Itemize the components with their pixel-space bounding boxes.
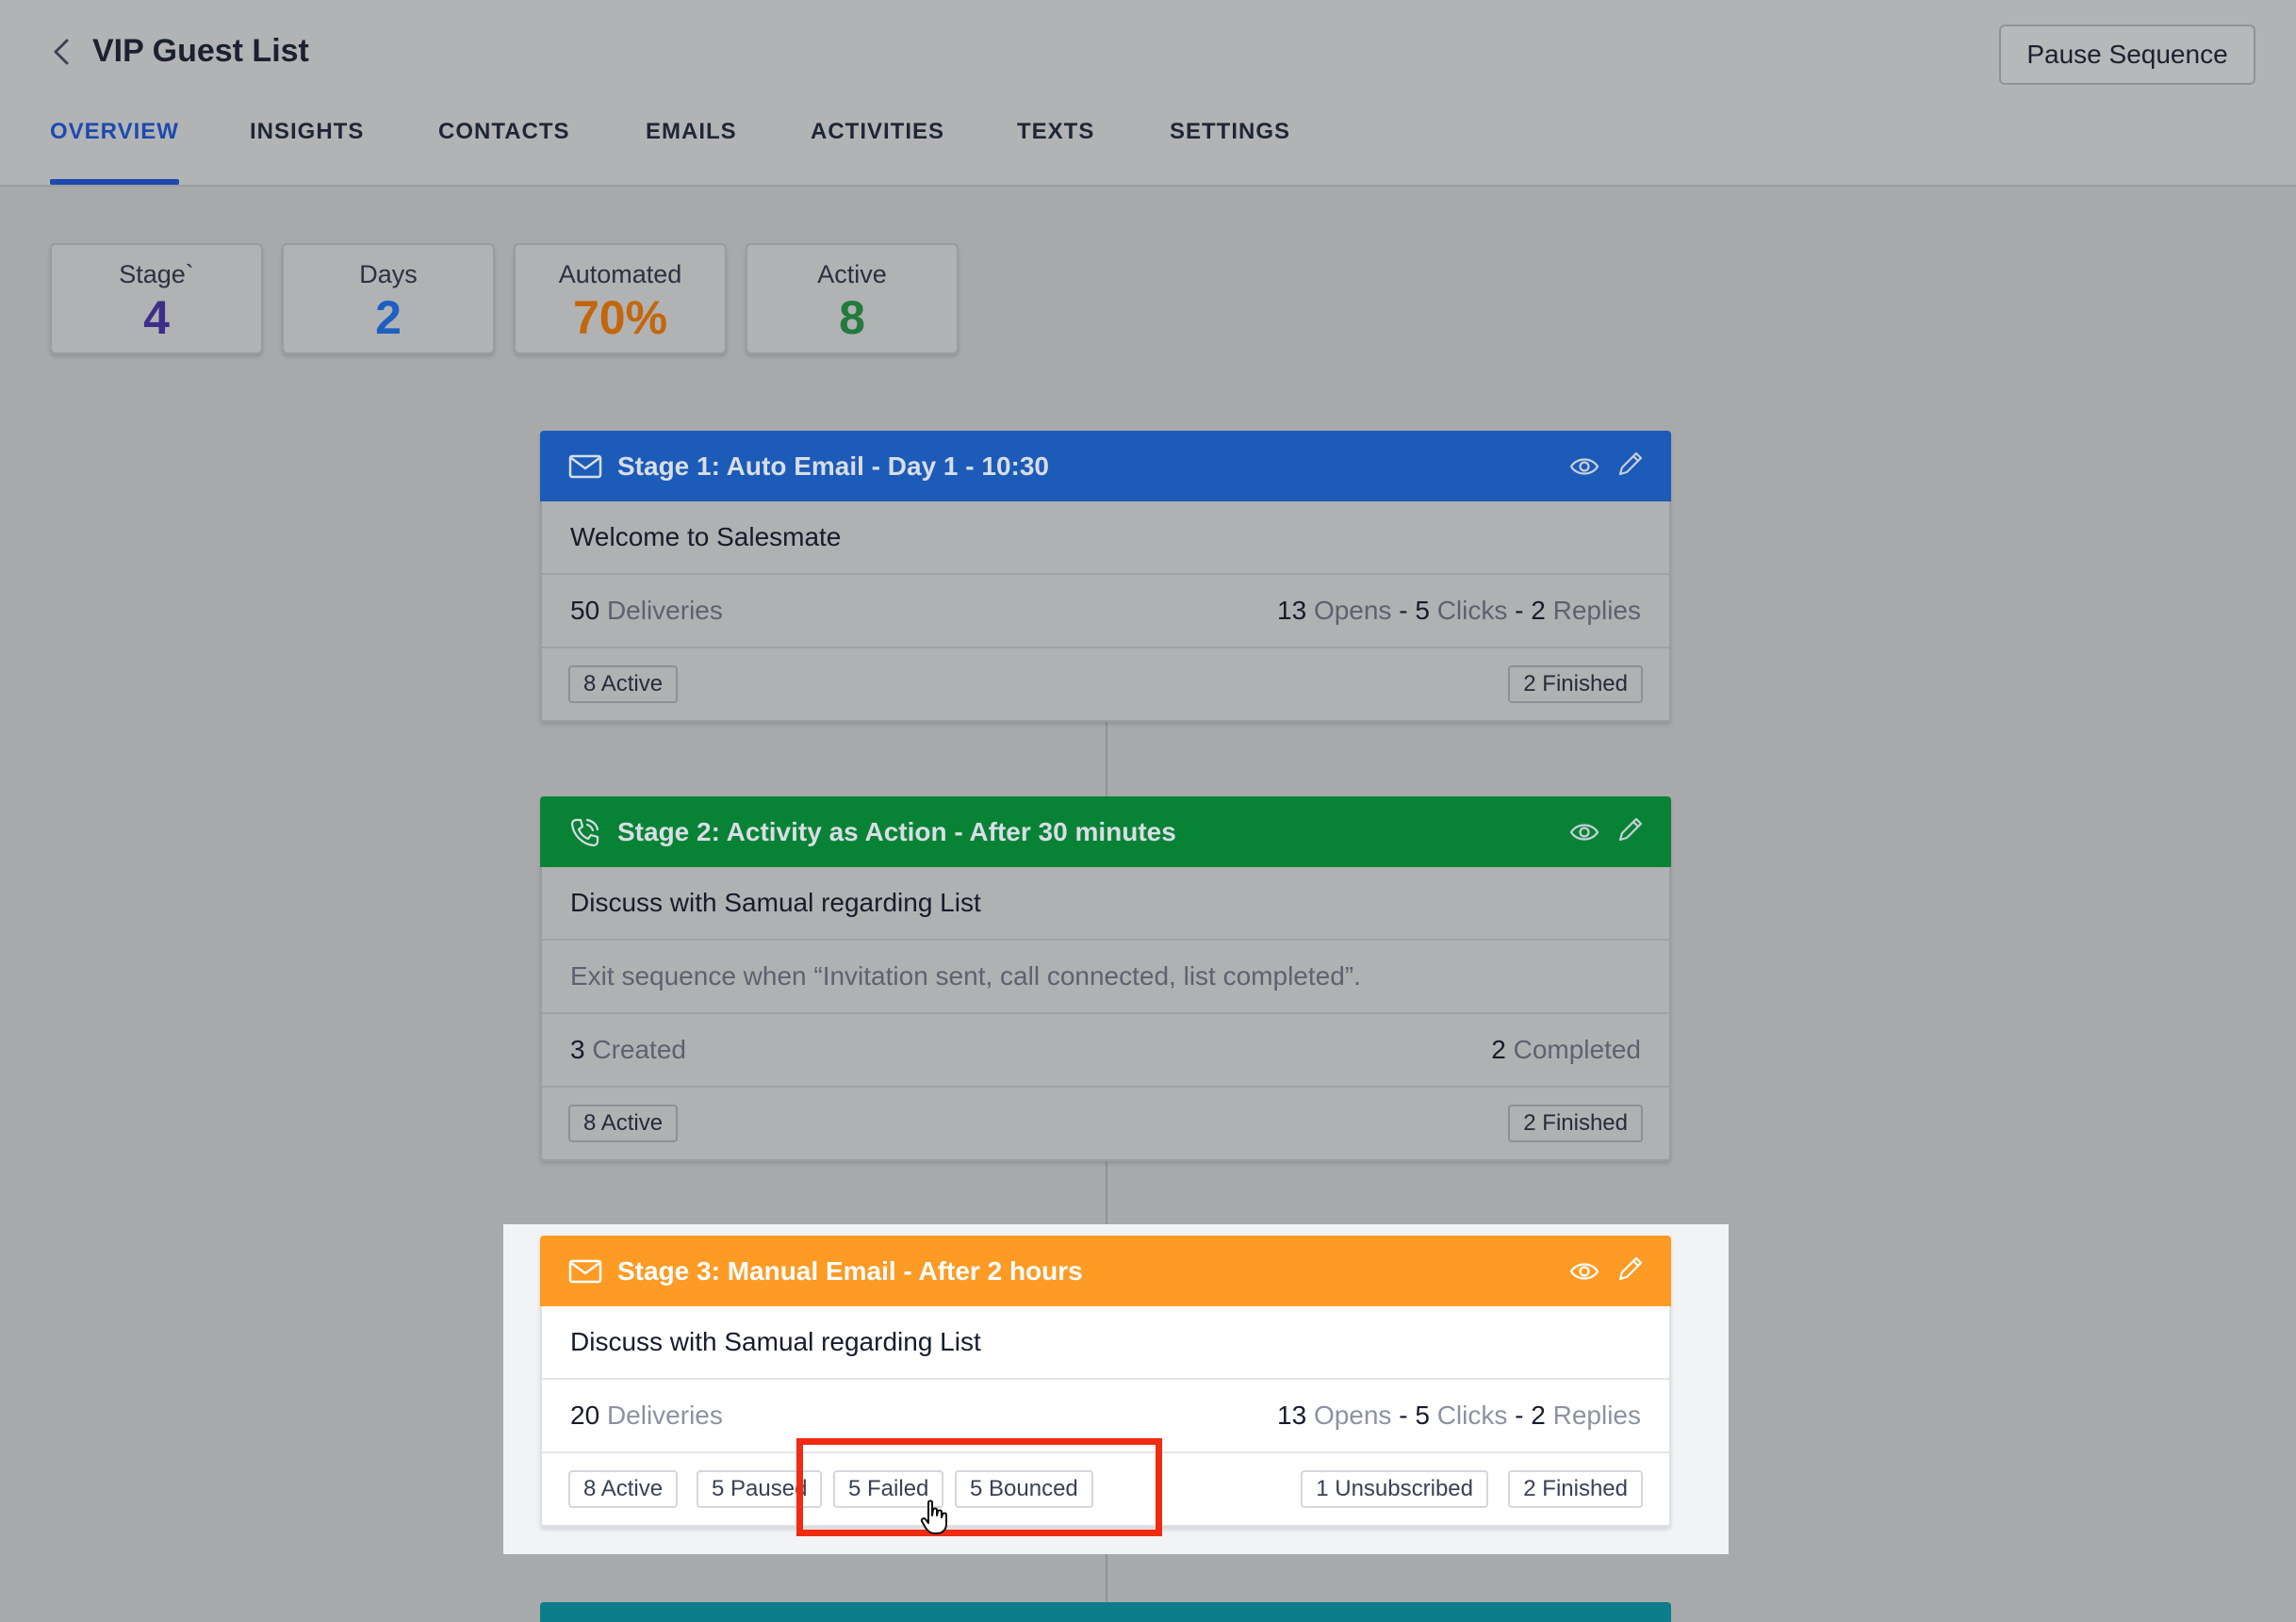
opens-label: Opens bbox=[1313, 596, 1392, 625]
stage-card-1: Stage 1: Auto Email - Day 1 - 10:30 Welc… bbox=[540, 431, 1671, 722]
stage-subject: Welcome to Salesmate bbox=[570, 522, 842, 551]
stage-subject-row: Discuss with Samual regarding List bbox=[542, 867, 1669, 941]
eye-icon[interactable] bbox=[1569, 1258, 1599, 1285]
tab-settings[interactable]: SETTINGS bbox=[1170, 117, 1290, 183]
completed-label: Completed bbox=[1513, 1035, 1641, 1064]
tab-overview[interactable]: OVERVIEW bbox=[50, 117, 179, 185]
separator: - bbox=[1515, 596, 1524, 625]
phone-icon bbox=[570, 818, 599, 847]
stat-label: Automated bbox=[558, 260, 682, 288]
eye-icon[interactable] bbox=[1569, 453, 1599, 480]
replies-label: Replies bbox=[1552, 1401, 1641, 1430]
stage-status-row: 8 Active 2 Finished bbox=[542, 648, 1669, 720]
created-count: 3 bbox=[570, 1035, 585, 1064]
created-label: Created bbox=[592, 1035, 686, 1064]
stat-card-days: Days 2 bbox=[282, 243, 495, 354]
clicks-count: 5 bbox=[1415, 596, 1430, 625]
replies-count: 2 bbox=[1531, 1401, 1546, 1430]
stage-header: Stage 2: Activity as Action - After 30 m… bbox=[540, 796, 1671, 867]
stat-value: 4 bbox=[143, 291, 170, 344]
tab-contacts[interactable]: CONTACTS bbox=[438, 117, 570, 183]
tab-activities[interactable]: ACTIVITIES bbox=[811, 117, 944, 183]
tab-texts[interactable]: TEXTS bbox=[1017, 117, 1094, 183]
stage-card-2: Stage 2: Activity as Action - After 30 m… bbox=[540, 796, 1671, 1161]
exit-condition-row: Exit sequence when “Invitation sent, cal… bbox=[542, 941, 1669, 1014]
stage-header: Stage 3: Manual Email - After 2 hours bbox=[540, 1236, 1671, 1306]
status-tag-finished[interactable]: 2 Finished bbox=[1508, 1105, 1643, 1142]
pencil-icon[interactable] bbox=[1615, 450, 1645, 480]
stat-label: Active bbox=[817, 260, 887, 288]
stage-subject: Discuss with Samual regarding List bbox=[570, 888, 981, 917]
page-title: VIP Guest List bbox=[92, 33, 309, 69]
stage-status-row: 8 Active 2 Finished bbox=[542, 1088, 1669, 1159]
stat-value: 2 bbox=[375, 291, 402, 344]
exit-condition-text: Exit sequence when “Invitation sent, cal… bbox=[570, 961, 1361, 991]
separator: - bbox=[1515, 1401, 1524, 1430]
stat-card-active: Active 8 bbox=[746, 243, 959, 354]
completed-metric: 2 Completed bbox=[1491, 1014, 1641, 1086]
status-tag-finished[interactable]: 2 Finished bbox=[1508, 1470, 1643, 1508]
stage-metrics-row: 3 Created 2 Completed bbox=[542, 1014, 1669, 1088]
envelope-icon bbox=[568, 1259, 602, 1284]
stage-connector bbox=[1106, 721, 1107, 796]
status-tag-active[interactable]: 8 Active bbox=[568, 1105, 679, 1142]
replies-count: 2 bbox=[1531, 596, 1546, 625]
status-tag-active[interactable]: 8 Active bbox=[568, 665, 679, 703]
replies-label: Replies bbox=[1552, 596, 1641, 625]
stage-subject-row: Discuss with Samual regarding List bbox=[542, 1306, 1669, 1380]
eye-icon[interactable] bbox=[1569, 819, 1599, 845]
pencil-icon[interactable] bbox=[1615, 815, 1645, 845]
stage-subject-row: Welcome to Salesmate bbox=[542, 501, 1669, 575]
deliveries-count: 50 bbox=[570, 596, 600, 625]
opens-label: Opens bbox=[1313, 1401, 1392, 1430]
back-button[interactable] bbox=[45, 34, 77, 70]
stage-title: Stage 1: Auto Email - Day 1 - 10:30 bbox=[617, 451, 1049, 481]
opens-count: 13 bbox=[1277, 596, 1307, 625]
chevron-left-icon bbox=[54, 39, 69, 65]
stat-value: 70% bbox=[572, 291, 668, 344]
page-header: VIP Guest List Pause Sequence OVERVIEW I… bbox=[0, 0, 2296, 187]
stat-label: Days bbox=[359, 260, 418, 288]
clicks-label: Clicks bbox=[1436, 1401, 1508, 1430]
stage-metrics-row: 50 Deliveries 13 Opens - 5 Clicks - 2 Re… bbox=[542, 575, 1669, 648]
completed-count: 2 bbox=[1491, 1035, 1506, 1064]
engagement-metrics: 13 Opens - 5 Clicks - 2 Replies bbox=[1277, 1380, 1641, 1451]
stage-card-4-header bbox=[540, 1602, 1671, 1622]
clicks-label: Clicks bbox=[1436, 596, 1508, 625]
stage-header: Stage 1: Auto Email - Day 1 - 10:30 bbox=[540, 431, 1671, 501]
tab-emails[interactable]: EMAILS bbox=[646, 117, 737, 183]
clicks-count: 5 bbox=[1415, 1401, 1430, 1430]
hand-pointer-icon bbox=[920, 1499, 947, 1534]
deliveries-label: Deliveries bbox=[606, 1401, 723, 1430]
stat-label: Stage` bbox=[119, 260, 194, 288]
stat-card-automated: Automated 70% bbox=[514, 243, 727, 354]
separator: - bbox=[1399, 596, 1408, 625]
stage-title: Stage 3: Manual Email - After 2 hours bbox=[617, 1256, 1083, 1286]
envelope-icon bbox=[568, 454, 602, 479]
engagement-metrics: 13 Opens - 5 Clicks - 2 Replies bbox=[1277, 575, 1641, 647]
status-tag-finished[interactable]: 2 Finished bbox=[1508, 665, 1643, 703]
deliveries-label: Deliveries bbox=[606, 596, 723, 625]
stage-subject: Discuss with Samual regarding List bbox=[570, 1327, 981, 1356]
separator: - bbox=[1399, 1401, 1408, 1430]
deliveries-count: 20 bbox=[570, 1401, 600, 1430]
pause-sequence-button[interactable]: Pause Sequence bbox=[1999, 25, 2255, 85]
opens-count: 13 bbox=[1277, 1401, 1307, 1430]
tab-insights[interactable]: INSIGHTS bbox=[250, 117, 364, 183]
stat-card-stage: Stage` 4 bbox=[50, 243, 263, 354]
stat-value: 8 bbox=[839, 291, 865, 344]
status-tag-unsubscribed[interactable]: 1 Unsubscribed bbox=[1301, 1470, 1488, 1508]
annotation-highlight-box bbox=[796, 1438, 1162, 1536]
status-tag-active[interactable]: 8 Active bbox=[568, 1470, 679, 1508]
pencil-icon[interactable] bbox=[1615, 1254, 1645, 1285]
stage-title: Stage 2: Activity as Action - After 30 m… bbox=[617, 817, 1176, 846]
